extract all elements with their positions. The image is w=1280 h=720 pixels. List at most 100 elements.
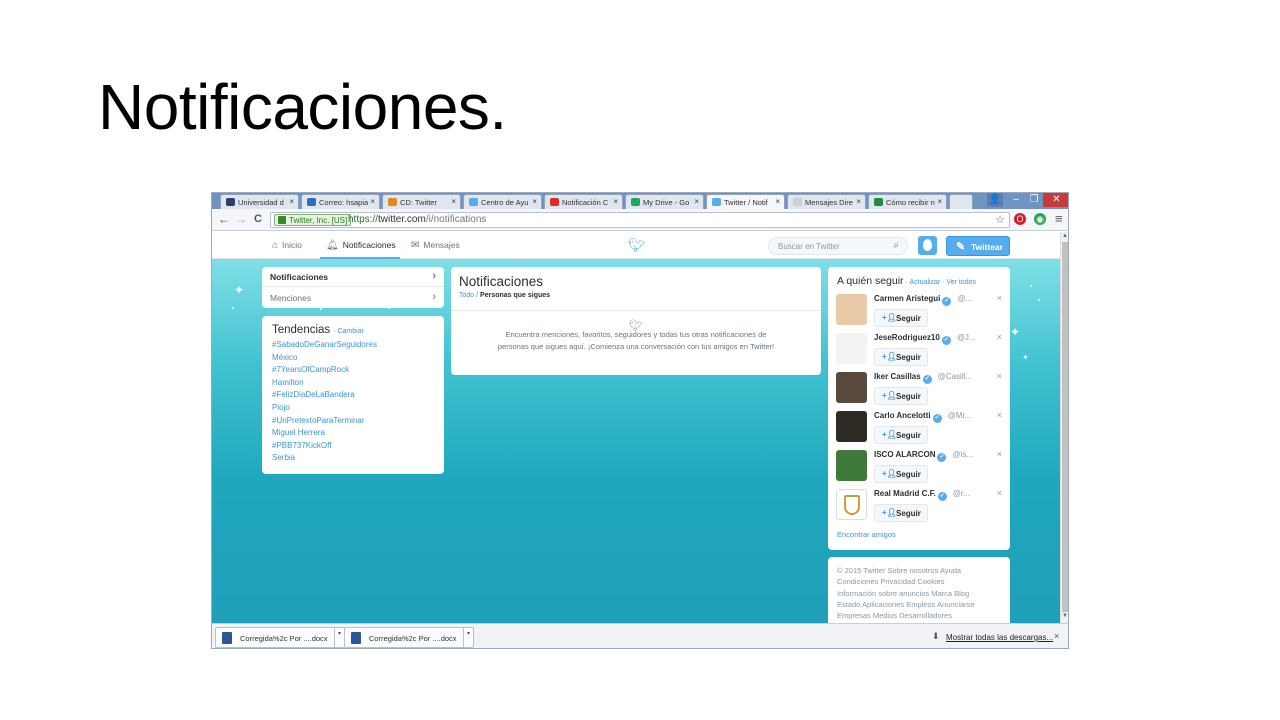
follow-button[interactable]: +👤︎ Seguir [874,504,928,522]
browser-tab[interactable]: Cómo recibir n × [868,194,947,209]
nav-messages[interactable]: ✉ Mensajes [411,240,460,251]
user-icon[interactable]: 👤 [987,193,1003,207]
minimize-button[interactable]: – [1007,193,1025,207]
search-input[interactable]: Buscar en Twitter ⌕ [768,237,908,255]
find-friends-link[interactable]: Encontrar amigos [837,530,896,539]
tab-close-icon[interactable]: × [694,197,699,206]
trend-item[interactable]: México [272,352,434,365]
dismiss-suggestion-icon[interactable]: × [997,449,1002,459]
twitter-bird-icon[interactable]: 🐦︎ [628,237,646,254]
who-to-follow-links[interactable]: · Actualizar · Ver todos [906,279,976,286]
vertical-scrollbar[interactable]: ▲ ▼ [1060,232,1068,623]
filter-all-link[interactable]: Todo [459,292,474,299]
profile-avatar[interactable] [918,236,937,255]
filter-following-link[interactable]: Personas que sigues [480,292,550,299]
browser-tab[interactable]: My Drive - Go × [625,194,704,209]
account-name-row[interactable]: Carmen Aristegui ✓ @... [874,294,972,306]
scrollbar-thumb[interactable] [1062,242,1068,612]
tab-close-icon[interactable]: × [370,197,375,206]
menu-item-mentions[interactable]: Menciones › [262,288,444,308]
search-icon[interactable]: ⌕ [893,240,899,251]
trend-item[interactable]: Piojo [272,402,434,415]
trend-item[interactable]: #PBB737KickOff [272,440,434,453]
account-name-row[interactable]: Real Madrid C.F. ✓ @r... [874,489,970,501]
nav-home[interactable]: ⌂ Inicio [272,240,302,251]
dismiss-suggestion-icon[interactable]: × [997,488,1002,498]
follow-button[interactable]: +👤︎ Seguir [874,426,928,444]
follow-button[interactable]: +👤︎ Seguir [874,387,928,405]
opera-icon[interactable]: O [1014,213,1026,225]
tab-favicon-icon [226,198,235,206]
bookmark-star-icon[interactable]: ☆ [995,213,1005,226]
browser-tab[interactable]: Twitter / Notif × [706,194,785,209]
account-name-row[interactable]: JeseRodriguez10 ✓ @J... [874,333,976,345]
dismiss-suggestion-icon[interactable]: × [997,293,1002,303]
trend-item[interactable]: #SabadoDeGanarSeguidores [272,339,434,352]
avatar[interactable] [836,294,867,325]
tab-close-icon[interactable]: × [613,197,618,206]
dismiss-suggestion-icon[interactable]: × [997,371,1002,381]
trend-item[interactable]: #7YearsOfCampRock [272,364,434,377]
trends-change-link[interactable]: · Cambiar [333,328,364,335]
scroll-down-icon[interactable]: ▼ [1062,613,1068,619]
trend-item[interactable]: #UnPretextoParaTerminar [272,415,434,428]
avatar[interactable] [836,333,867,364]
avatar[interactable] [836,372,867,403]
footer-link-line[interactable]: Condiciones Privacidad Cookies [837,576,1001,587]
footer-link-line[interactable]: Estado Aplicaciones Empleos Anunciarse [837,599,1001,610]
empty-state-line: personas que sigues aquí. ¡Comienza una … [497,342,775,351]
trend-item[interactable]: #FelizDiaDeLaBandera [272,389,434,402]
reload-button[interactable]: C [254,213,262,225]
tab-close-icon[interactable]: × [856,197,861,206]
trend-item[interactable]: Serbia [272,452,434,465]
browser-tab[interactable]: Centro de Ayu × [463,194,542,209]
follow-button[interactable]: +👤︎ Seguir [874,309,928,327]
browser-tab[interactable]: Universidad d × [220,194,299,209]
footer-link-line[interactable]: © 2015 Twitter Sobre nosotros Ayuda [837,565,1001,576]
browser-tab[interactable]: Correo: hsapia × [301,194,380,209]
browser-tab[interactable]: CD: Twitter × [382,194,461,209]
nav-notifications[interactable]: 🔔︎ Notificaciones [326,240,396,251]
new-tab-button[interactable] [949,194,973,209]
download-item[interactable]: Corregida%2c Por ....docx ▾ [215,627,345,648]
add-user-icon: +👤︎ [882,430,897,439]
account-name-row[interactable]: ISCO ALARCON ✓ @is... [874,450,973,462]
tab-close-icon[interactable]: × [451,197,456,206]
dismiss-suggestion-icon[interactable]: × [997,332,1002,342]
show-all-downloads-link[interactable]: Mostrar todas las descargas... [946,633,1053,642]
browser-tab[interactable]: Notificación C × [544,194,623,209]
forward-button[interactable]: → [235,212,247,226]
restore-button[interactable]: ❐ [1025,193,1043,207]
follow-button[interactable]: +👤︎ Seguir [874,348,928,366]
account-name-row[interactable]: Carlo Ancelotti ✓ @Mr... [874,411,971,423]
green-circle-icon[interactable]: ◉ [1034,213,1046,225]
address-bar[interactable]: Twitter, Inc. [US] https://twitter.com/i… [270,212,1010,228]
tab-close-icon[interactable]: × [937,197,942,206]
menu-item-notifications[interactable]: Notificaciones › [262,267,444,287]
dropdown-arrow-icon[interactable]: ▾ [463,628,473,647]
dropdown-arrow-icon[interactable]: ▾ [334,628,344,647]
footer-link-line[interactable]: Empresas Medios Desarrolladores [837,610,1001,621]
menu-icon[interactable]: ≡ [1055,211,1063,226]
footer-link-line[interactable]: Información sobre anuncios Marca Blog [837,588,1001,599]
account-name-row[interactable]: Iker Casillas ✓ @Casill... [874,372,972,384]
browser-tab[interactable]: Mensajes Dire × [787,194,866,209]
trend-item[interactable]: Hamilton [272,377,434,390]
close-download-bar-button[interactable]: × [1054,631,1059,641]
tab-close-icon[interactable]: × [532,197,537,206]
tweet-button[interactable]: ✎ Twittear [946,236,1010,256]
avatar[interactable] [836,411,867,442]
avatar[interactable] [836,489,867,520]
scroll-up-icon[interactable]: ▲ [1062,233,1068,239]
download-item[interactable]: Corregida%2c Por ....docx ▾ [344,627,474,648]
trend-item[interactable]: Miguel Herrera [272,427,434,440]
follow-button-label: Seguir [896,470,921,479]
avatar[interactable] [836,450,867,481]
security-badge[interactable]: Twitter, Inc. [US] [274,214,352,226]
follow-button[interactable]: +👤︎ Seguir [874,465,928,483]
tab-close-icon[interactable]: × [289,197,294,206]
tab-close-icon[interactable]: × [775,197,780,206]
dismiss-suggestion-icon[interactable]: × [997,410,1002,420]
close-window-button[interactable]: ✕ [1043,193,1068,207]
back-button[interactable]: ← [218,212,230,226]
